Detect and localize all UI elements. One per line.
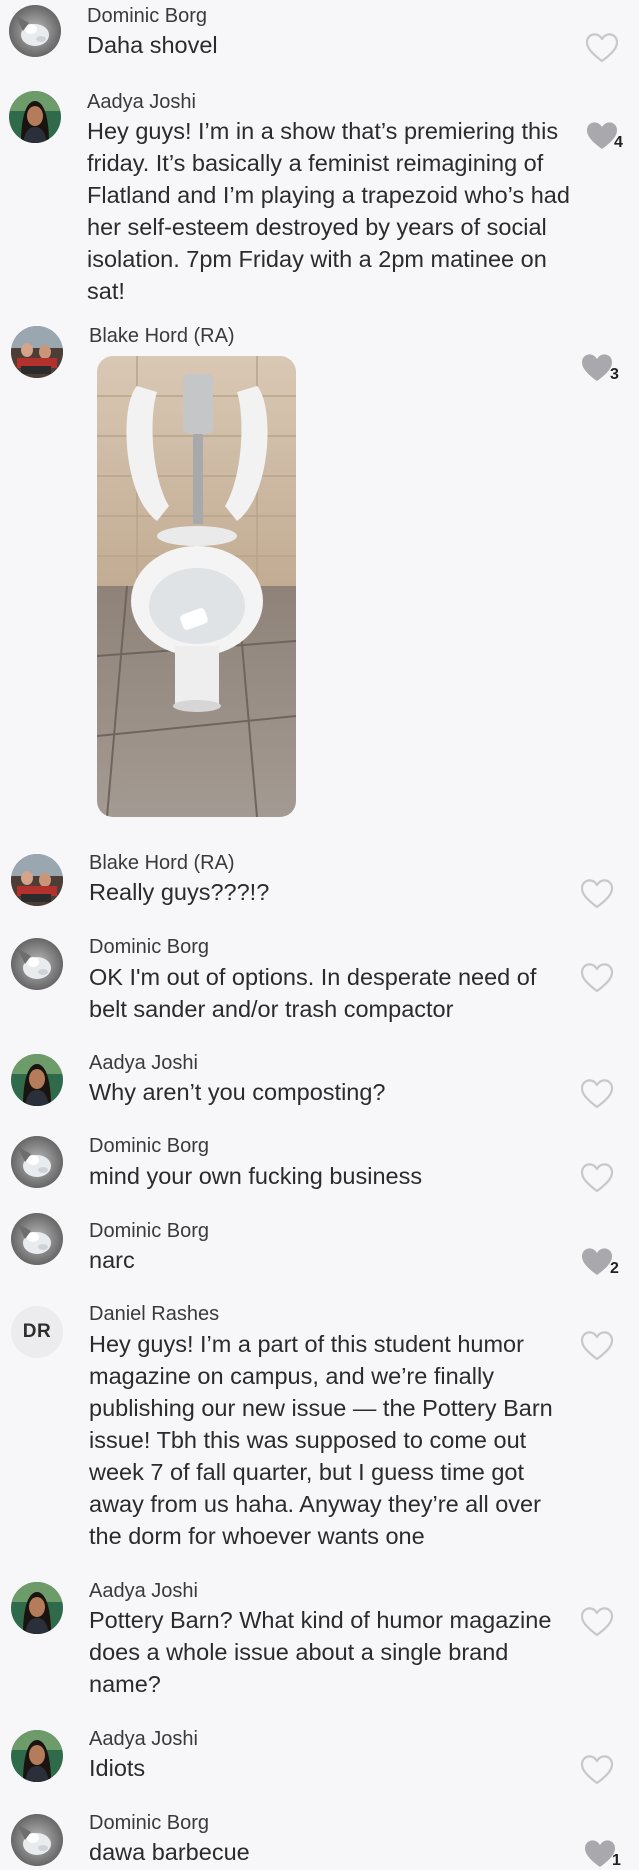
- heart-icon[interactable]: [580, 1754, 614, 1786]
- heart-icon[interactable]: [580, 878, 614, 910]
- author-name: Aadya Joshi: [87, 91, 196, 113]
- message-text: Hey guys! I’m a part of this student hum…: [89, 1331, 553, 1549]
- heart-icon[interactable]: [580, 1162, 614, 1194]
- message-text: Daha shovel: [87, 32, 218, 58]
- like-count: 1: [612, 1852, 621, 1869]
- heart-icon[interactable]: [585, 32, 619, 64]
- avatar[interactable]: [11, 1054, 63, 1106]
- message-text: narc: [89, 1247, 135, 1273]
- message-text: Pottery Barn? What kind of humor magazin…: [89, 1607, 552, 1697]
- heart-icon[interactable]: [580, 1078, 614, 1110]
- author-name: Aadya Joshi: [89, 1052, 198, 1074]
- avatar[interactable]: [11, 938, 63, 990]
- like-count: 2: [610, 1260, 619, 1277]
- message-text: OK I'm out of options. In desperate need…: [89, 964, 537, 1022]
- avatar[interactable]: [11, 1730, 63, 1782]
- message-text: mind your own fucking business: [89, 1163, 423, 1189]
- author-name: Aadya Joshi: [89, 1728, 198, 1750]
- like-count: 3: [610, 366, 619, 383]
- author-name: Blake Hord (RA): [89, 325, 235, 347]
- avatar[interactable]: DR: [11, 1306, 63, 1358]
- message-text: dawa barbecue: [89, 1839, 250, 1865]
- avatar[interactable]: [11, 1582, 63, 1634]
- attached-photo[interactable]: [97, 356, 296, 817]
- author-name: Dominic Borg: [89, 936, 210, 958]
- message-text: Hey guys! I’m in a show that’s premierin…: [87, 118, 570, 304]
- avatar[interactable]: [11, 1136, 63, 1188]
- author-name: Dominic Borg: [89, 1812, 210, 1834]
- author-name: Dominic Borg: [89, 1135, 210, 1157]
- avatar[interactable]: [11, 1213, 63, 1265]
- message-text: Idiots: [89, 1755, 146, 1781]
- author-name: Blake Hord (RA): [89, 852, 235, 874]
- heart-icon[interactable]: [580, 962, 614, 994]
- author-name: Dominic Borg: [87, 5, 208, 27]
- heart-icon[interactable]: [580, 1246, 614, 1278]
- avatar[interactable]: [11, 326, 63, 378]
- author-name: Aadya Joshi: [89, 1580, 198, 1602]
- avatar[interactable]: [11, 1814, 63, 1866]
- author-name: Dominic Borg: [89, 1220, 210, 1242]
- heart-icon[interactable]: [580, 1606, 614, 1638]
- like-count: 4: [614, 134, 623, 151]
- avatar[interactable]: [11, 854, 63, 906]
- author-name: Daniel Rashes: [89, 1303, 220, 1325]
- avatar[interactable]: [9, 5, 61, 57]
- heart-icon[interactable]: [580, 1330, 614, 1362]
- message-text: Why aren’t you composting?: [89, 1079, 386, 1105]
- avatar[interactable]: [9, 91, 61, 143]
- message-text: Really guys???!?: [89, 879, 270, 905]
- heart-icon[interactable]: [580, 352, 614, 384]
